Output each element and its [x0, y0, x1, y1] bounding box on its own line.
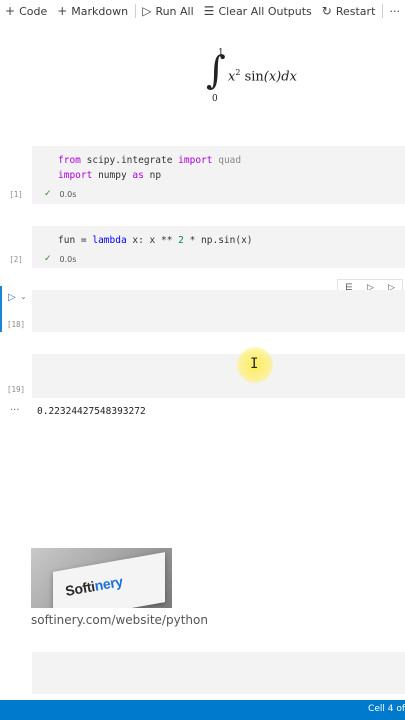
cell-duration: 0.0s	[59, 254, 77, 264]
execution-count: [1]	[9, 190, 23, 199]
integrand-differential: dx	[281, 69, 297, 85]
add-code-label: Code	[19, 4, 48, 18]
clear-all-outputs-button[interactable]: ☰ Clear All Outputs	[199, 4, 317, 18]
plus-icon: +	[57, 4, 68, 18]
restart-icon: ↻	[321, 4, 332, 18]
code-line: from scipy.integrate import quad	[58, 155, 242, 166]
markdown-cell[interactable]	[0, 44, 405, 120]
add-markdown-label: Markdown	[71, 4, 129, 18]
clear-all-outputs-label: Clear All Outputs	[218, 4, 312, 18]
restart-button[interactable]: ↻ Restart	[317, 4, 381, 18]
focus-indicator	[0, 286, 2, 332]
success-check-icon: ✓	[44, 189, 52, 199]
code-cell[interactable]: from scipy.integrate import quad import …	[32, 146, 405, 204]
notebook-toolbar: + Code + Markdown ▷ Run All ☰ Clear All …	[0, 0, 405, 22]
more-actions-button[interactable]: ···	[384, 5, 405, 18]
cell-status: ✓ 0.0s	[44, 189, 76, 199]
run-all-label: Run All	[155, 4, 194, 18]
success-check-icon: ✓	[44, 254, 52, 264]
code-line: import numpy as np	[58, 170, 162, 181]
plus-icon: +	[5, 4, 16, 18]
code-cell[interactable]	[32, 354, 405, 398]
code-cell[interactable]	[32, 652, 405, 694]
add-markdown-button[interactable]: + Markdown	[52, 4, 133, 18]
integrand-exponent: 2	[235, 68, 241, 77]
run-all-icon: ▷	[142, 4, 152, 18]
code-line: fun = lambda x: x ** 2 * np.sin(x)	[58, 235, 253, 246]
status-bar: Cell 4 of	[0, 700, 405, 720]
integral-upper-limit: 1	[218, 48, 224, 58]
cell-output: 0.22324427548393272	[37, 406, 146, 417]
restart-label: Restart	[335, 4, 376, 18]
cell-status: ✓ 0.0s	[44, 254, 76, 264]
execution-count: [18]	[6, 320, 26, 329]
run-all-button[interactable]: ▷ Run All	[137, 4, 198, 18]
more-icon: ···	[389, 4, 400, 18]
chevron-down-icon[interactable]: ⌄	[20, 292, 27, 301]
code-cell[interactable]	[32, 290, 405, 332]
output-menu-icon[interactable]: ···	[10, 405, 20, 416]
execution-count: [2]	[9, 255, 23, 264]
integrand: x2 sin(x)dx	[228, 68, 297, 84]
integrand-argument: (x)	[263, 69, 282, 85]
code-cell[interactable]: fun = lambda x: x ** 2 * np.sin(x) ✓ 0.0…	[32, 226, 405, 268]
integral-lower-limit: 0	[212, 94, 218, 104]
run-cell-icon[interactable]: ▷	[8, 292, 16, 303]
softinery-logo: Softinery	[31, 548, 172, 608]
execution-count: [19]	[6, 385, 26, 394]
add-code-button[interactable]: + Code	[0, 4, 52, 18]
logo-caption: softinery.com/website/python	[31, 613, 208, 627]
text-cursor-icon: I	[250, 356, 259, 372]
integrand-function: sin	[244, 69, 264, 85]
cell-duration: 0.0s	[59, 189, 77, 199]
clear-outputs-icon: ☰	[203, 4, 215, 18]
cell-position[interactable]: Cell 4 of	[368, 704, 405, 714]
